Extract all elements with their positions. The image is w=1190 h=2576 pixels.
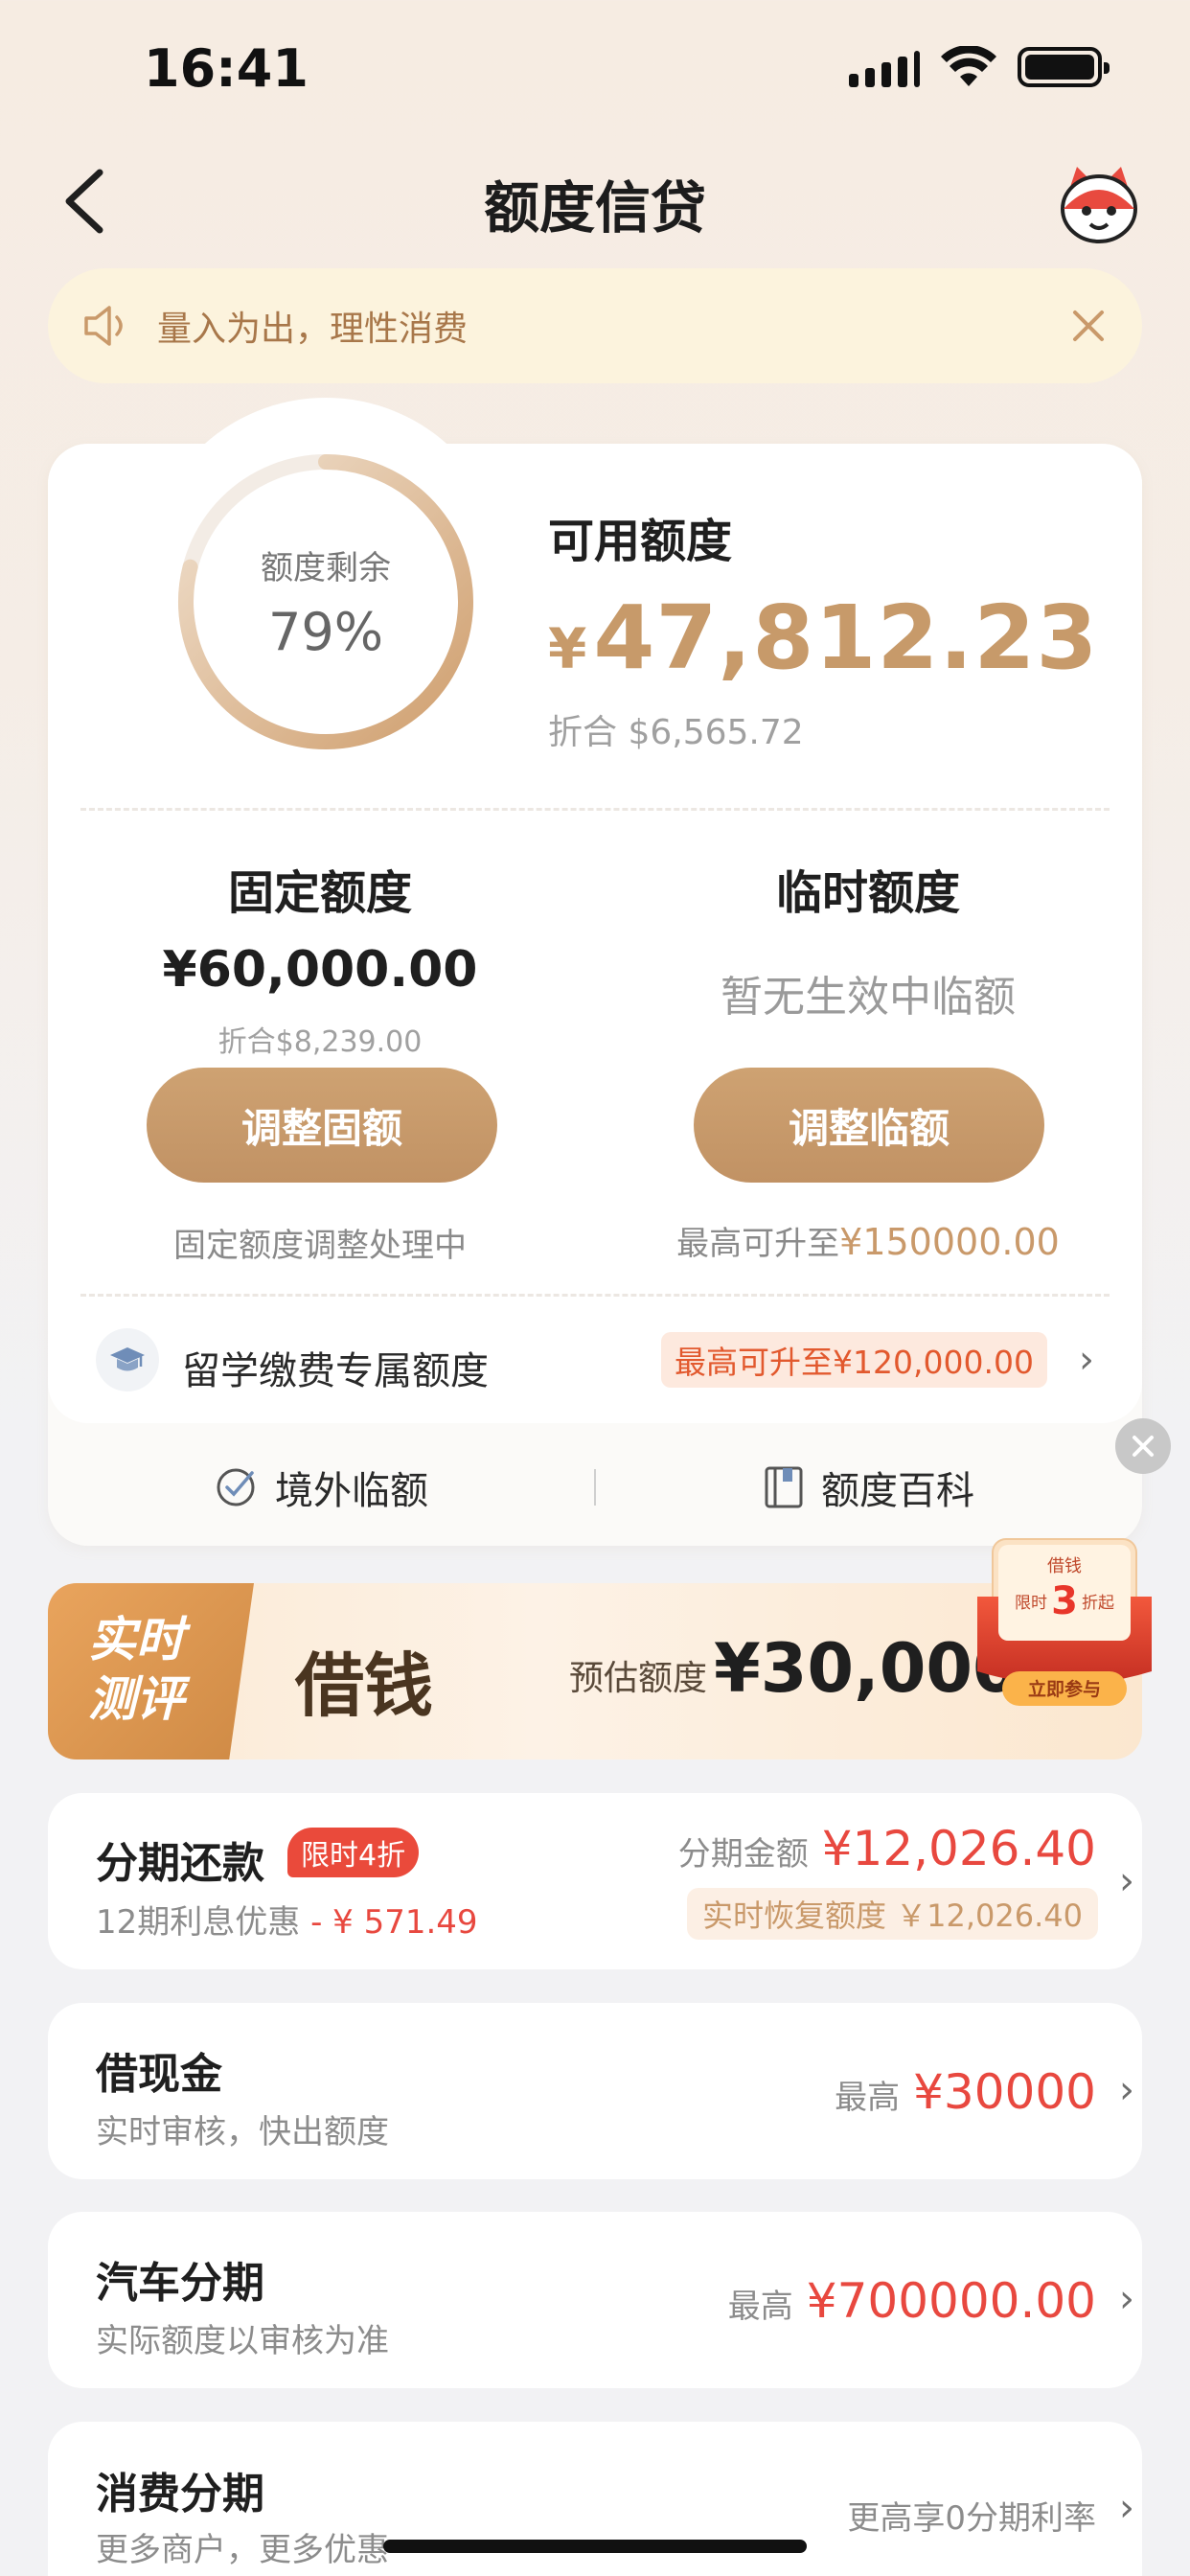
fixed-converted: 折合$8,239.00 [217,1025,423,1059]
installment-amount: ¥12,026.40 [821,1821,1096,1876]
installment-sub-prefix: 12期利息优惠 [96,1903,301,1942]
chevron-right-icon[interactable]: › [1119,2277,1134,2321]
close-popup-button[interactable] [1115,1418,1171,1474]
ring-percent: 79% [267,602,384,662]
promo-top-text: 借钱 [1047,1556,1082,1576]
notice-text: 量入为出，理性消费 [157,310,469,349]
temporary-note-prefix: 最高可升至 [676,1225,840,1263]
home-indicator[interactable] [383,2540,807,2553]
limited-discount-badge: 限时4折 [287,1828,420,1877]
overseas-quota-icon [217,1468,255,1506]
installment-sub: 12期利息优惠 - ¥ 571.49 [96,1896,478,1943]
chevron-right-icon[interactable]: › [1079,1338,1094,1382]
promo-number: 3 [1051,1579,1078,1623]
car-title: 汽车分期 [96,2259,264,2308]
status-icons [849,46,1110,88]
consumer-rate-text: 更高享0分期利率 [847,2499,1096,2538]
status-time: 16:41 [144,38,309,99]
temporary-title: 临时额度 [775,866,960,920]
available-amount: ¥47,812.23 [548,586,1098,689]
fixed-amount: ¥60,000.00 [162,941,478,999]
overseas-quota-link[interactable]: 境外临额 [48,1460,594,1515]
overseas-quota-label: 境外临额 [275,1469,428,1513]
temporary-max-amount: ¥150000.00 [839,1221,1060,1263]
graduation-cap-icon [96,1328,159,1392]
chevron-right-icon[interactable]: › [1119,2486,1134,2530]
car-max-amount: ¥700000.00 [806,2273,1096,2329]
divider [80,1294,1110,1297]
fixed-note: 固定额度调整处理中 [173,1227,467,1265]
speaker-icon [84,306,123,346]
cash-max-group: 最高 ¥30000 [835,2064,1096,2120]
available-converted: 折合 $6,565.72 [548,713,804,752]
promo-suffix: 折起 [1082,1594,1114,1613]
installment-title: 分期还款 [96,1839,264,1888]
divider [80,808,1110,811]
consumer-sub: 更多商户，更多优惠 [96,2531,389,2569]
realtime-evaluation-tag: 实时 测评 [48,1583,254,1760]
chevron-right-icon[interactable]: › [1119,2068,1134,2112]
tag-line-2: 测评 [88,1671,184,1727]
restore-quota-badge: 实时恢复额度 ￥12,026.40 [686,1888,1098,1940]
close-icon [1133,1436,1154,1457]
quota-wiki-link[interactable]: 额度百科 [596,1460,1142,1515]
mascot-avatar-icon[interactable] [1056,161,1142,247]
available-label: 可用额度 [548,515,733,568]
cellular-signal-icon [849,47,920,87]
banner-title: 借钱 [295,1644,434,1726]
estimate-label: 预估额度 [569,1659,708,1698]
car-max-group: 最高 ¥700000.00 [728,2273,1096,2329]
promo-join-button[interactable]: 立即参与 [1028,1678,1101,1700]
consumer-title: 消费分期 [96,2470,264,2518]
ring-label: 额度剩余 [261,549,391,587]
temporary-status: 暂无生效中临额 [721,973,1016,1022]
promo-badge[interactable]: 借钱 限时 3 折起 立即参与 [973,1528,1156,1719]
cash-max-label: 最高 [835,2079,901,2117]
adjust-fixed-button[interactable]: 调整固额 [147,1068,497,1183]
study-quota-badge: 最高可升至¥120,000.00 [661,1332,1047,1388]
promo-prefix: 限时 [1015,1594,1047,1613]
book-icon [765,1466,803,1508]
battery-icon [1018,47,1110,87]
car-max-label: 最高 [727,2288,793,2326]
quota-wiki-label: 额度百科 [821,1469,974,1513]
cash-max-amount: ¥30000 [913,2064,1096,2120]
available-value: 47,812.23 [593,586,1099,689]
page-title: 额度信贷 [483,175,706,241]
installment-amount-label: 分期金额 [677,1835,809,1874]
car-sub: 实际额度以审核为准 [96,2322,389,2360]
study-quota-label[interactable]: 留学缴费专属额度 [182,1340,489,1395]
consumer-right: 更高享0分期利率 [847,2492,1096,2539]
adjust-temporary-button[interactable]: 调整临额 [694,1068,1044,1183]
tag-line-1: 实时 [88,1612,184,1668]
notice-bar: 量入为出，理性消费 [48,268,1142,383]
wifi-icon [941,46,996,86]
installment-amount-group: 分期金额 ¥12,026.40 [678,1821,1096,1876]
fixed-title: 固定额度 [227,866,412,920]
temporary-note: 最高可升至¥150000.00 [667,1217,1069,1264]
cash-sub: 实时审核，快出额度 [96,2113,389,2151]
close-icon[interactable] [1069,307,1108,345]
installment-discount: - ¥ 571.49 [310,1903,478,1942]
cash-title: 借现金 [96,2050,222,2099]
back-arrow-icon[interactable] [56,163,113,240]
currency-symbol: ¥ [548,616,588,681]
chevron-right-icon[interactable]: › [1119,1859,1134,1903]
